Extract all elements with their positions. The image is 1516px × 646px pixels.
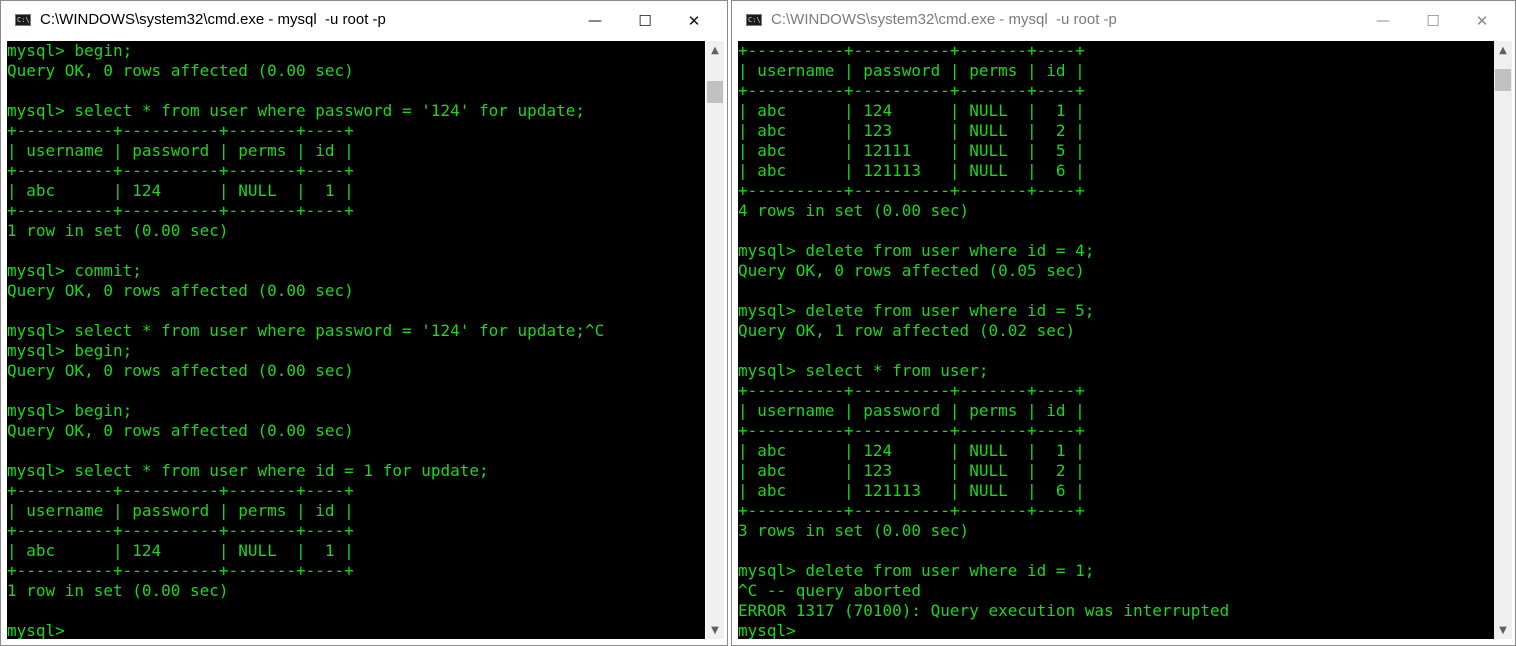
- window-title: C:\WINDOWS\system32\cmd.exe - mysql -u r…: [40, 11, 386, 28]
- title-bar[interactable]: C:\ C:\WINDOWS\system32\cmd.exe - mysql …: [1, 1, 727, 41]
- chevron-down-icon[interactable]: ▼: [706, 621, 724, 639]
- cmd-window-left: C:\ C:\WINDOWS\system32\cmd.exe - mysql …: [0, 0, 728, 646]
- close-button[interactable]: ✕: [671, 1, 717, 41]
- cmd-app-icon[interactable]: C:\: [15, 14, 31, 26]
- chevron-down-icon[interactable]: ▼: [1494, 621, 1512, 639]
- close-button[interactable]: ✕: [1459, 1, 1505, 41]
- vertical-scrollbar[interactable]: ▲ ▼: [706, 41, 724, 639]
- minimize-button[interactable]: —: [1360, 1, 1406, 41]
- console-text: +----------+----------+-------+----+ | u…: [738, 41, 1230, 639]
- window-title: C:\WINDOWS\system32\cmd.exe - mysql -u r…: [771, 11, 1117, 28]
- cmd-window-right: C:\ C:\WINDOWS\system32\cmd.exe - mysql …: [731, 0, 1516, 646]
- console-text: mysql> begin; Query OK, 0 rows affected …: [7, 41, 605, 639]
- vertical-scrollbar[interactable]: ▲ ▼: [1494, 41, 1512, 639]
- scrollbar-thumb[interactable]: [1495, 69, 1511, 91]
- cmd-app-icon[interactable]: C:\: [746, 14, 762, 26]
- maximize-button[interactable]: ☐: [1410, 1, 1456, 41]
- console-output[interactable]: +----------+----------+-------+----+ | u…: [738, 41, 1496, 639]
- chevron-up-icon[interactable]: ▲: [706, 41, 724, 59]
- minimize-button[interactable]: —: [572, 1, 618, 41]
- scrollbar-thumb[interactable]: [707, 81, 723, 103]
- maximize-button[interactable]: ☐: [622, 1, 668, 41]
- title-bar[interactable]: C:\ C:\WINDOWS\system32\cmd.exe - mysql …: [732, 1, 1515, 41]
- console-output[interactable]: mysql> begin; Query OK, 0 rows affected …: [7, 41, 705, 639]
- chevron-up-icon[interactable]: ▲: [1494, 41, 1512, 59]
